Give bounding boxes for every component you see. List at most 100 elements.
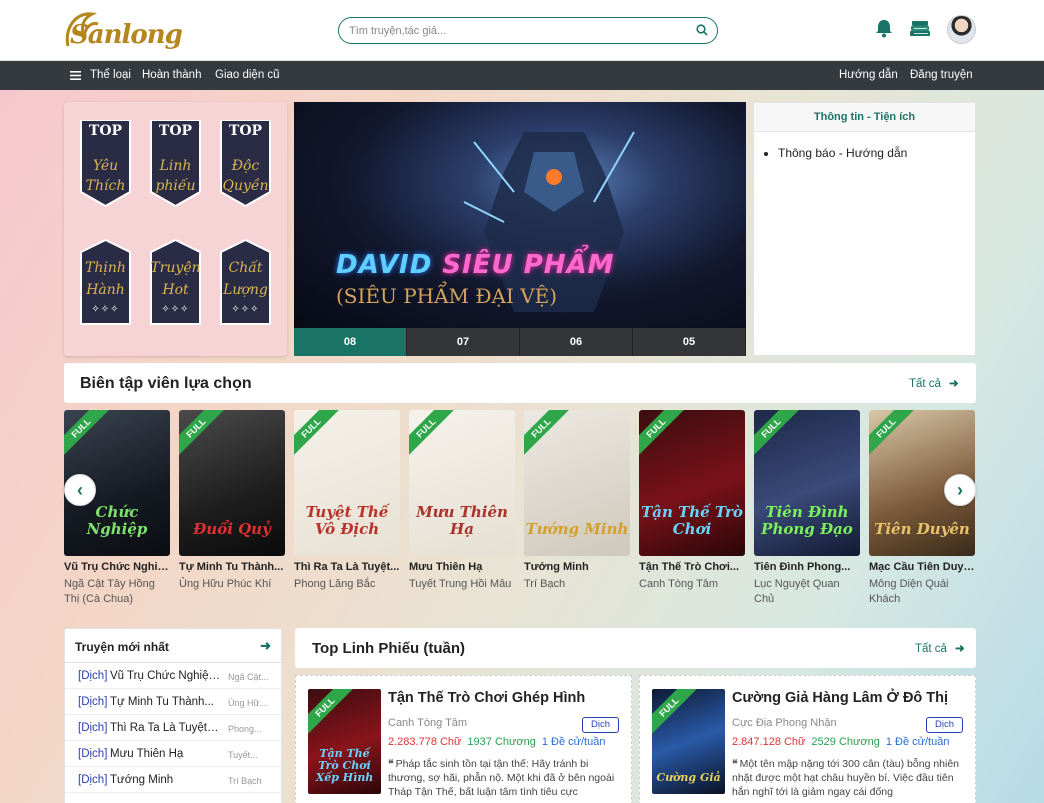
new-story-title[interactable]: Thì Ra Ta Là Tuyệt T... bbox=[110, 722, 220, 734]
translated-tag: [Dịch] bbox=[78, 748, 108, 760]
story-card[interactable]: FULL Tận Thế Trò Chơi Tận Thế Trò Chơi... C… bbox=[639, 410, 745, 592]
story-title[interactable]: Mạc Cầu Tiên Duyên bbox=[869, 561, 975, 573]
description-text: Một tên mập nặng tới 300 cân (tàu) bỗng … bbox=[732, 758, 960, 798]
site-logo[interactable]: Sanlong bbox=[62, 6, 183, 56]
story-author[interactable]: Tuyết Trung Hồi Mâu bbox=[409, 577, 515, 592]
carousel-next-button[interactable]: › bbox=[944, 474, 976, 506]
full-ribbon: FULL bbox=[179, 410, 226, 458]
top-chat-luong[interactable]: Chất Lượng ✧✧✧ bbox=[218, 238, 273, 326]
story-card[interactable]: FULL Tiên Duyên Mạc Cầu Tiên Duyên Mông Diệ… bbox=[869, 410, 975, 607]
nav-old-interface[interactable]: Giao diện cũ bbox=[215, 69, 280, 81]
translated-tag: [Dịch] bbox=[78, 696, 108, 708]
book-description: ❝ Pháp tắc sinh tồn tại tận thế: Hãy trán… bbox=[388, 757, 624, 799]
new-story-row[interactable]: [Dịch] Mưu Thiên Hạ Tuyết... bbox=[65, 741, 281, 767]
description-text: Pháp tắc sinh tồn tại tận thế: Hãy tránh… bbox=[388, 758, 615, 798]
carousel-prev-button[interactable]: ‹ bbox=[64, 474, 96, 506]
chevron-left-icon: ‹ bbox=[77, 480, 83, 500]
see-all-link[interactable]: Tất cả ➜ bbox=[915, 641, 965, 655]
book-title[interactable]: Cường Giả Hàng Lâm Ở Đô Thị bbox=[732, 690, 948, 706]
new-story-author: Ủng Hữu... bbox=[228, 698, 270, 708]
story-title[interactable]: Tướng Minh bbox=[524, 561, 630, 573]
book-stats: 2.283.778 Chữ 1937 Chương 1 Đề cử/tuần bbox=[388, 736, 605, 748]
story-card[interactable]: FULL Mưu Thiên Hạ Mưu Thiên Hạ Tuyết Trung … bbox=[409, 410, 515, 592]
top-truyen-hot[interactable]: Truyện Hot ✧✧✧ bbox=[148, 238, 203, 326]
story-card[interactable]: FULL Tướng Minh Tướng Minh Trí Bạch bbox=[524, 410, 630, 592]
story-author[interactable]: Trí Bạch bbox=[524, 577, 630, 592]
new-story-row[interactable]: [Dịch] Tướng Minh Trí Bạch bbox=[65, 767, 281, 793]
book-cover[interactable]: FULL Tận Thế Trò Chơi Xếp Hình bbox=[308, 689, 381, 794]
story-card[interactable]: FULL Đuổi Quỷ Tự Minh Tu Thành... Ủng Hữu P… bbox=[179, 410, 285, 592]
info-item-announcement[interactable]: Thông báo - Hướng dẫn bbox=[778, 146, 975, 160]
notification-bell-icon[interactable] bbox=[875, 18, 893, 38]
nav-guide[interactable]: Hướng dẫn bbox=[839, 69, 898, 81]
book-card[interactable]: FULL Cường Giả Cường Giả Hàng Lâm Ở Đô T… bbox=[639, 675, 976, 803]
new-story-author: Trí Bạch bbox=[228, 776, 262, 786]
story-author[interactable]: Mông Diện Quái Khách bbox=[869, 577, 975, 607]
arrow-right-icon[interactable]: ➜ bbox=[260, 638, 271, 654]
slide-tab[interactable]: 05 bbox=[633, 328, 746, 356]
new-stories-header: Truyện mới nhất ➜ bbox=[65, 629, 281, 663]
story-card[interactable]: FULL Tiên Đình Phong Đạo Tiên Đình Phong..… bbox=[754, 410, 860, 607]
story-card[interactable]: FULL Chức Nghiệp Vũ Trụ Chức Nghiệp... Ngã … bbox=[64, 410, 170, 607]
story-cover[interactable]: FULL Tuyệt Thế Vô Địch bbox=[294, 410, 400, 556]
story-title[interactable]: Thì Ra Ta Là Tuyệt... bbox=[294, 561, 400, 573]
new-story-title[interactable]: Vũ Trụ Chức Nghiệp... bbox=[110, 670, 220, 682]
nav-genres[interactable]: Thể loại bbox=[90, 69, 131, 81]
menu-icon[interactable] bbox=[70, 71, 81, 80]
story-author[interactable]: Phong Lăng Bắc bbox=[294, 577, 400, 592]
search-input[interactable] bbox=[349, 22, 679, 40]
story-title[interactable]: Vũ Trụ Chức Nghiệp... bbox=[64, 561, 170, 573]
top-linh-phieu[interactable]: TOP Linh phiếu bbox=[148, 120, 203, 208]
top-yeu-thich[interactable]: TOP Yêu Thích bbox=[78, 120, 133, 208]
nav-completed[interactable]: Hoàn thành bbox=[142, 69, 201, 81]
new-story-title[interactable]: Tự Minh Tu Thành... bbox=[110, 696, 220, 708]
book-card[interactable]: FULL Tận Thế Trò Chơi Xếp Hình Tận Thế T… bbox=[295, 675, 632, 803]
banner-slide-tabs: 08 07 06 05 bbox=[294, 328, 746, 356]
story-author[interactable]: Ngã Cật Tây Hồng Thị (Cà Chua) bbox=[64, 577, 170, 607]
nav-post-story[interactable]: Đăng truyện bbox=[910, 69, 973, 81]
top-thinh-hanh[interactable]: Thịnh Hành ✧✧✧ bbox=[78, 238, 133, 326]
new-story-row[interactable]: [Dịch] Tự Minh Tu Thành... Ủng Hữu... bbox=[65, 689, 281, 715]
hero-banner[interactable]: DAVID SIÊU PHẨM (SIÊU PHẨM ĐẠI VỆ) bbox=[294, 102, 746, 328]
story-cover[interactable]: FULL Tướng Minh bbox=[524, 410, 630, 556]
story-card[interactable]: FULL Tuyệt Thế Vô Địch Thì Ra Ta Là Tuyệt.… bbox=[294, 410, 400, 592]
pennant-stars: ✧✧✧ bbox=[231, 304, 260, 315]
book-author[interactable]: Canh Tòng Tâm bbox=[388, 717, 467, 729]
bookshelf-icon[interactable] bbox=[908, 19, 932, 39]
slide-tab[interactable]: 07 bbox=[407, 328, 520, 356]
top-header: Sanlong bbox=[0, 0, 1044, 61]
quote-icon: ❝ bbox=[388, 758, 394, 770]
new-stories-panel: Truyện mới nhất ➜ [Dịch] Vũ Trụ Chức Nghi… bbox=[64, 628, 282, 803]
new-story-row[interactable]: [Dịch] Thì Ra Ta Là Tuyệt T... Phong... bbox=[65, 715, 281, 741]
pennant-line1: Chất bbox=[228, 260, 263, 276]
story-cover[interactable]: FULL Tiên Đình Phong Đạo bbox=[754, 410, 860, 556]
story-cover[interactable]: FULL Đuổi Quỷ bbox=[179, 410, 285, 556]
story-cover[interactable]: FULL Mưu Thiên Hạ bbox=[409, 410, 515, 556]
book-title[interactable]: Tận Thế Trò Chơi Ghép Hình bbox=[388, 690, 585, 706]
search-icon[interactable] bbox=[696, 24, 708, 36]
new-story-title[interactable]: Mưu Thiên Hạ bbox=[110, 748, 220, 760]
story-title[interactable]: Tự Minh Tu Thành... bbox=[179, 561, 285, 573]
pennant-line2: phiếu bbox=[155, 178, 196, 194]
new-story-row[interactable]: [Dịch] Vũ Trụ Chức Nghiệp... Ngã Cật... bbox=[65, 663, 281, 689]
banner-title: DAVID SIÊU PHẨM bbox=[336, 250, 615, 280]
translated-tag: [Dịch] bbox=[78, 722, 108, 734]
story-title[interactable]: Tận Thế Trò Chơi... bbox=[639, 561, 745, 573]
story-title[interactable]: Tiên Đình Phong... bbox=[754, 561, 860, 573]
banner-title-a: DAVID bbox=[336, 250, 433, 280]
story-title[interactable]: Mưu Thiên Hạ bbox=[409, 561, 515, 573]
see-all-link[interactable]: Tất cả ➜ bbox=[909, 376, 959, 390]
slide-tab[interactable]: 06 bbox=[520, 328, 633, 356]
cover-art-text: Tiên Đình Phong Đạo bbox=[761, 503, 853, 538]
story-author[interactable]: Lục Nguyệt Quan Chủ bbox=[754, 577, 860, 607]
top-doc-quyen[interactable]: TOP Độc Quyền bbox=[218, 120, 273, 208]
story-cover[interactable]: FULL Tận Thế Trò Chơi bbox=[639, 410, 745, 556]
slide-tab[interactable]: 08 bbox=[294, 328, 407, 356]
story-author[interactable]: Canh Tòng Tâm bbox=[639, 577, 745, 592]
user-avatar[interactable] bbox=[947, 15, 976, 44]
book-cover[interactable]: FULL Cường Giả bbox=[652, 689, 725, 794]
weekly-nominations: 1 Đề cử/tuần bbox=[885, 736, 950, 748]
book-author[interactable]: Cực Địa Phong Nhận bbox=[732, 717, 837, 729]
new-story-title[interactable]: Tướng Minh bbox=[110, 774, 220, 786]
story-author[interactable]: Ủng Hữu Phúc Khí bbox=[179, 577, 285, 592]
